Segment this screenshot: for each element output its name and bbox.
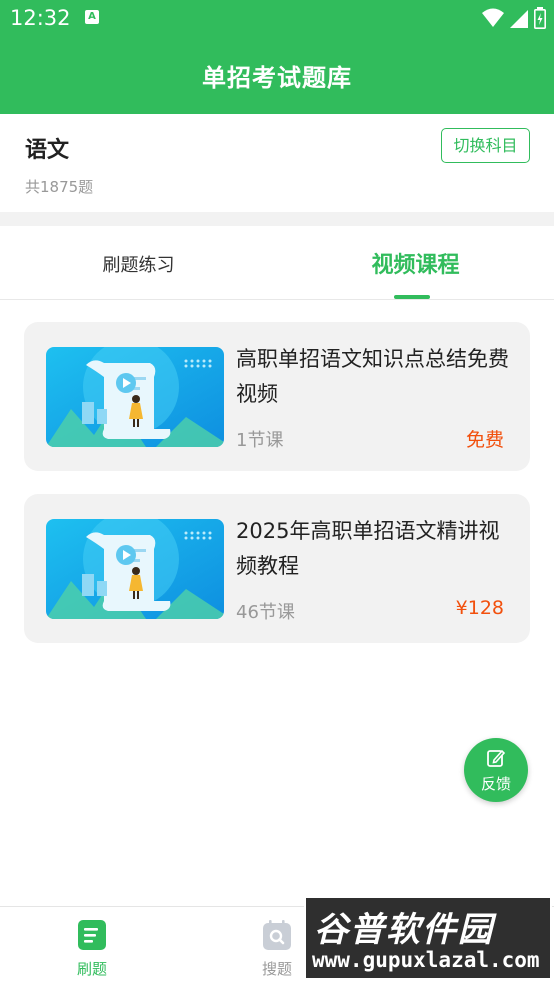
feedback-button[interactable]: 反馈 bbox=[464, 738, 528, 802]
subject-section: 语文 共1875题 切换科目 bbox=[0, 114, 554, 212]
watermark-logo: 谷普软件园 www.gupuxlazal.com bbox=[304, 896, 552, 980]
battery-icon bbox=[534, 7, 546, 29]
switch-subject-button[interactable]: 切换科目 bbox=[441, 128, 530, 163]
course-title: 高职单招语文知识点总结免费视频 bbox=[236, 347, 509, 406]
feedback-label: 反馈 bbox=[480, 775, 511, 793]
watermark-url: www.gupuxlazal.com bbox=[312, 948, 540, 972]
tab-practice[interactable]: 刷题练习 bbox=[0, 226, 277, 299]
course-card[interactable]: 高职单招语文知识点总结免费视频 1节课 免费 bbox=[24, 322, 530, 471]
search-icon bbox=[263, 920, 291, 950]
course-price: ¥128 bbox=[455, 597, 504, 619]
tab-video-course-label: 视频课程 bbox=[371, 253, 460, 278]
course-card[interactable]: 2025年高职单招语文精讲视频教程 46节课 ¥128 bbox=[24, 494, 530, 643]
edit-icon bbox=[487, 749, 506, 767]
status-icons bbox=[482, 7, 546, 29]
lesson-count: 1节课 bbox=[236, 430, 284, 451]
notification-a-icon: A bbox=[85, 10, 99, 24]
question-count: 共1875题 bbox=[25, 178, 94, 196]
lesson-count: 46节课 bbox=[236, 602, 295, 623]
wifi-icon bbox=[482, 8, 504, 27]
watermark-title: 谷普软件园 bbox=[314, 910, 494, 950]
tab-practice-label: 刷题练习 bbox=[102, 255, 175, 276]
active-tab-indicator bbox=[394, 295, 430, 299]
status-time: 12:32 bbox=[10, 6, 71, 30]
tab-bar: 刷题练习 视频课程 bbox=[0, 226, 554, 300]
nav-label: 刷题 bbox=[76, 960, 107, 978]
course-thumbnail bbox=[46, 347, 224, 447]
app-bar: 单招考试题库 bbox=[0, 36, 554, 114]
nav-item-practice[interactable]: 刷题 bbox=[32, 907, 152, 984]
course-price: 免费 bbox=[465, 429, 504, 451]
course-thumbnail bbox=[46, 519, 224, 619]
course-title: 2025年高职单招语文精讲视频教程 bbox=[236, 519, 500, 578]
section-divider bbox=[0, 212, 554, 226]
tab-video-course[interactable]: 视频课程 bbox=[277, 226, 554, 299]
subject-name: 语文 bbox=[25, 138, 70, 163]
page-title: 单招考试题库 bbox=[202, 64, 352, 92]
document-icon bbox=[78, 920, 106, 950]
signal-icon bbox=[510, 10, 528, 28]
status-bar: 12:32 A bbox=[0, 0, 554, 36]
